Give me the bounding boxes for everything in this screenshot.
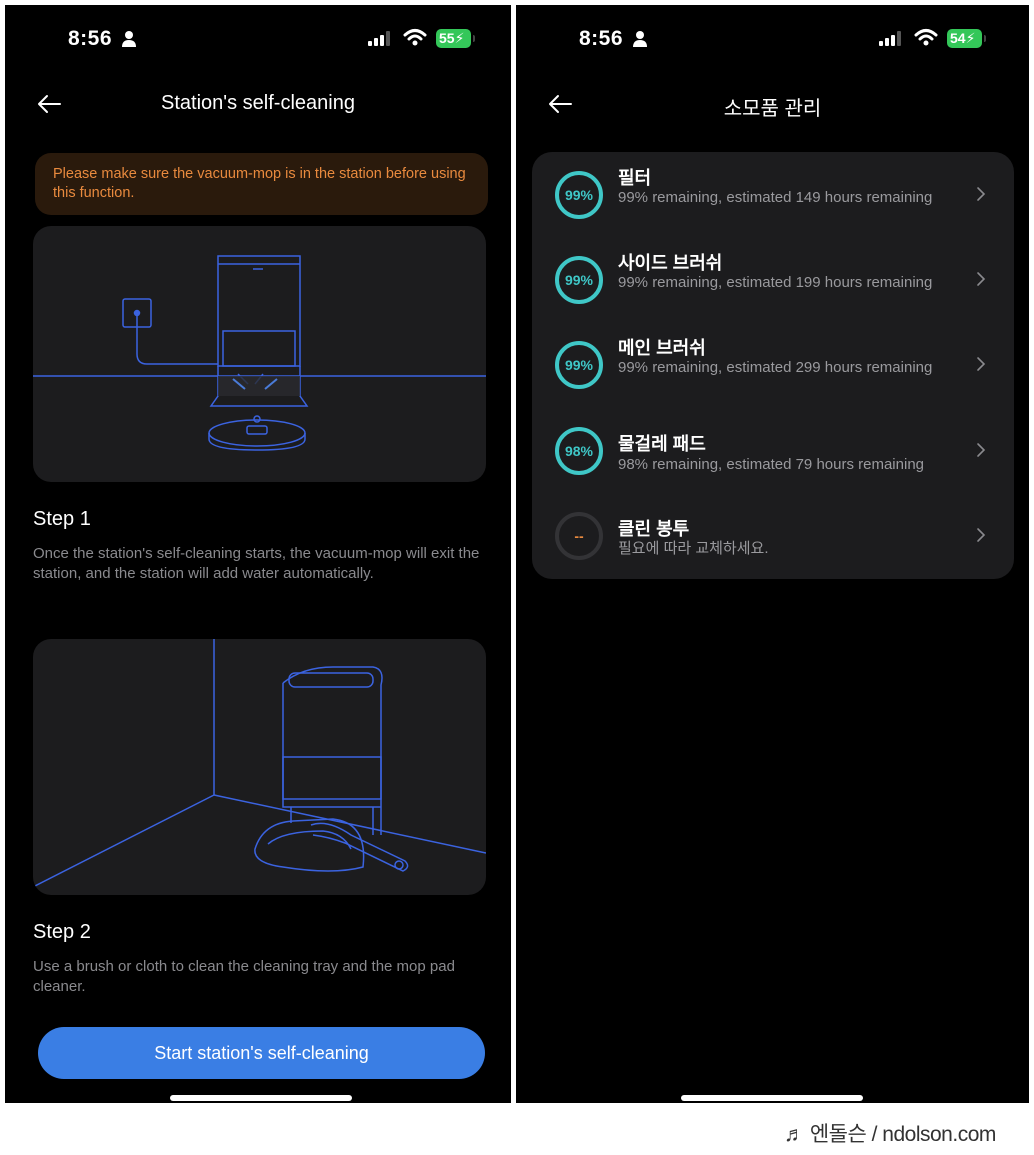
tray-drawing: [33, 639, 486, 888]
progress-ring: 99%: [554, 170, 604, 220]
chevron-right-icon: [977, 443, 986, 457]
back-arrow-icon[interactable]: [36, 93, 62, 115]
consumables-screen: 8:56 54⚡ 소모품 관리 99% 필터 99% remaining, es…: [516, 5, 1029, 1103]
consumable-item-dust-bag[interactable]: -- 클린 봉투 필요에 따라 교체하세요.: [532, 493, 1014, 579]
chevron-right-icon: [977, 272, 986, 286]
back-arrow-icon[interactable]: [547, 93, 573, 115]
item-description: 필요에 따라 교체하세요.: [618, 540, 769, 557]
step-1-description: Once the station's self-cleaning starts,…: [33, 545, 480, 582]
status-bar: 8:56 54⚡: [516, 27, 1029, 51]
progress-percent: 98%: [564, 443, 594, 459]
chevron-right-icon: [977, 357, 986, 371]
start-self-cleaning-button[interactable]: Start station's self-cleaning: [38, 1027, 485, 1079]
progress-percent: 99%: [564, 357, 594, 373]
station-drawing: [33, 255, 486, 451]
consumable-item-filter[interactable]: 99% 필터 99% remaining, estimated 149 hour…: [532, 152, 1014, 238]
battery-indicator: 54⚡: [947, 29, 986, 48]
item-title: 물걸레 패드: [618, 434, 706, 454]
progress-ring: 99%: [554, 255, 604, 305]
chevron-right-icon: [977, 187, 986, 201]
item-description: 99% remaining, estimated 299 hours remai…: [618, 359, 933, 376]
home-indicator[interactable]: [170, 1095, 352, 1101]
item-description: 99% remaining, estimated 149 hours remai…: [618, 189, 933, 206]
item-description: 98% remaining, estimated 79 hours remain…: [618, 456, 924, 473]
station-illustration: [33, 226, 486, 482]
progress-ring: 99%: [554, 340, 604, 390]
person-icon: [633, 31, 647, 47]
station-self-cleaning-screen: 8:56 55⚡ Station's self-cleaning Please …: [5, 5, 511, 1103]
consumable-item-main-brush[interactable]: 99% 메인 브러쉬 99% remaining, estimated 299 …: [532, 322, 1014, 408]
page-title: Station's self-cleaning: [161, 92, 355, 114]
battery-indicator: 55⚡: [436, 29, 475, 48]
wifi-icon: [403, 29, 427, 46]
progress-percent: 99%: [564, 272, 594, 288]
status-bar: 8:56 55⚡: [5, 27, 511, 51]
progress-ring: 98%: [554, 426, 604, 476]
home-indicator[interactable]: [681, 1095, 863, 1101]
wifi-icon: [914, 29, 938, 46]
step-2-title: Step 2: [33, 921, 91, 943]
battery-level: 54: [950, 30, 966, 46]
person-icon: [122, 31, 136, 47]
battery-level: 55: [439, 30, 455, 46]
step-2-description: Use a brush or cloth to clean the cleani…: [33, 958, 455, 995]
consumables-list: 99% 필터 99% remaining, estimated 149 hour…: [532, 152, 1014, 579]
chevron-right-icon: [977, 528, 986, 542]
consumable-item-side-brush[interactable]: 99% 사이드 브러쉬 99% remaining, estimated 199…: [532, 237, 1014, 323]
progress-percent: 99%: [564, 187, 594, 203]
progress-percent: --: [574, 528, 584, 544]
consumable-item-mop-pad[interactable]: 98% 물걸레 패드 98% remaining, estimated 79 h…: [532, 408, 1014, 494]
watermark-text: ♬ 엔돌슨 / ndolson.com: [784, 1123, 996, 1146]
warning-banner: Please make sure the vacuum-mop is in th…: [35, 153, 488, 215]
watermark: ♬ 엔돌슨 / ndolson.com: [730, 1104, 1034, 1155]
item-description: 99% remaining, estimated 199 hours remai…: [618, 274, 933, 291]
status-time: 8:56: [68, 27, 113, 50]
cleaning-tray-illustration: [33, 639, 486, 895]
cellular-signal-icon: [879, 31, 901, 46]
cellular-signal-icon: [368, 31, 390, 46]
progress-ring: --: [554, 511, 604, 561]
page-title: 소모품 관리: [723, 98, 822, 120]
status-time: 8:56: [579, 27, 624, 50]
step-1-title: Step 1: [33, 508, 91, 530]
